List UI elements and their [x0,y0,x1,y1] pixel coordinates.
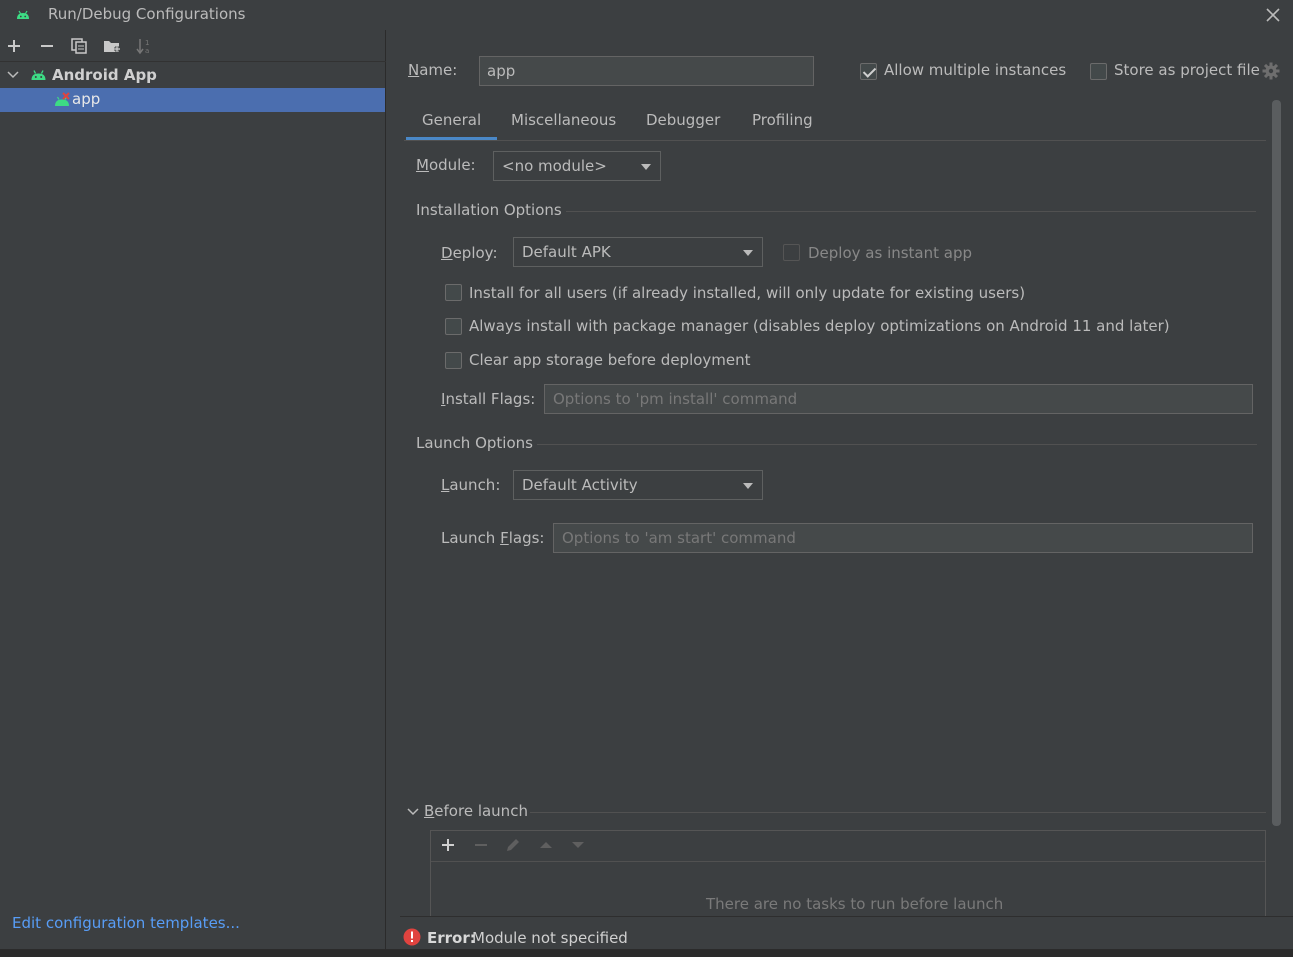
window-title: Run/Debug Configurations [48,5,246,23]
deploy-dropdown[interactable]: Default APK [513,237,763,267]
edit-icon[interactable] [504,836,522,854]
deploy-label: Deploy: [441,244,498,262]
android-icon [31,70,46,80]
before-launch-title[interactable]: Before launch [424,802,528,820]
install-all-users-label: Install for all users (if already instal… [469,284,1026,302]
chevron-down-icon[interactable] [406,805,420,819]
before-launch-empty-text: There are no tasks to run before launch [706,895,1004,913]
new-folder-icon[interactable] [102,36,122,56]
remove-icon[interactable] [472,836,490,854]
launch-dropdown[interactable]: Default Activity [513,470,763,500]
move-up-icon[interactable] [537,836,555,854]
svg-text:a: a [145,47,149,55]
clear-app-storage-label: Clear app storage before deployment [469,351,751,369]
sort-icon[interactable]: 1 a [135,36,155,56]
gear-icon[interactable] [1262,62,1280,80]
launch-flags-label: Launch Flags: [441,529,545,547]
chevron-down-icon[interactable] [6,68,20,82]
add-icon[interactable] [439,836,457,854]
tree-group-android-app[interactable]: Android App [0,64,385,88]
clear-app-storage-checkbox[interactable] [445,352,462,369]
svg-text:1: 1 [145,39,149,47]
name-input[interactable] [479,56,814,86]
module-label: Module: [416,156,476,174]
add-icon[interactable] [4,36,24,56]
deploy-instant-app-label: Deploy as instant app [808,244,973,262]
tree-group-label: Android App [52,66,157,84]
tab-general[interactable]: General [406,108,498,140]
section-divider [566,211,1256,212]
install-flags-input[interactable]: Options to 'pm install' command [544,384,1253,414]
configurations-tree-pane [0,30,386,950]
store-as-project-file-checkbox[interactable] [1090,63,1107,80]
close-icon[interactable] [1262,4,1284,26]
configurations-toolbar [0,32,386,62]
tree-item-app[interactable]: app [0,88,385,112]
android-icon [17,10,29,19]
name-label: Name: [408,61,458,79]
store-as-project-file-label: Store as project file [1114,61,1260,79]
tab-debugger[interactable]: Debugger [630,108,736,140]
edit-configuration-templates-link[interactable]: Edit configuration templates... [12,914,240,932]
always-package-manager-checkbox[interactable] [445,318,462,335]
deploy-instant-app-checkbox[interactable] [783,244,800,261]
vertical-scrollbar[interactable] [1272,100,1281,826]
launch-flags-input[interactable]: Options to 'am start' command [553,523,1253,553]
launch-label: Launch: [441,476,501,494]
section-divider [530,812,1266,813]
install-all-users-checkbox[interactable] [445,284,462,301]
error-message: Module not specified [472,929,628,947]
move-down-icon[interactable] [569,836,587,854]
allow-multiple-instances-checkbox[interactable] [860,63,877,80]
tree-item-label: app [72,90,101,108]
install-flags-label: Install Flags: [441,390,536,408]
installation-options-title: Installation Options [416,201,562,219]
always-package-manager-label: Always install with package manager (dis… [469,317,1170,335]
tab-profiling[interactable]: Profiling [736,108,829,140]
module-dropdown[interactable]: <no module> [493,151,661,181]
bottom-edge [0,949,1293,957]
allow-multiple-instances-label: Allow multiple instances [884,61,1067,79]
tabs-divider [404,140,1266,141]
section-divider [537,444,1257,445]
launch-options-title: Launch Options [416,434,533,452]
remove-icon[interactable] [37,36,57,56]
error-label: Error: [427,929,476,947]
before-launch-toolbar-divider [431,861,1265,862]
tab-miscellaneous[interactable]: Miscellaneous [495,108,632,140]
error-icon [403,928,421,946]
copy-icon[interactable] [69,36,89,56]
android-error-icon [55,92,70,106]
